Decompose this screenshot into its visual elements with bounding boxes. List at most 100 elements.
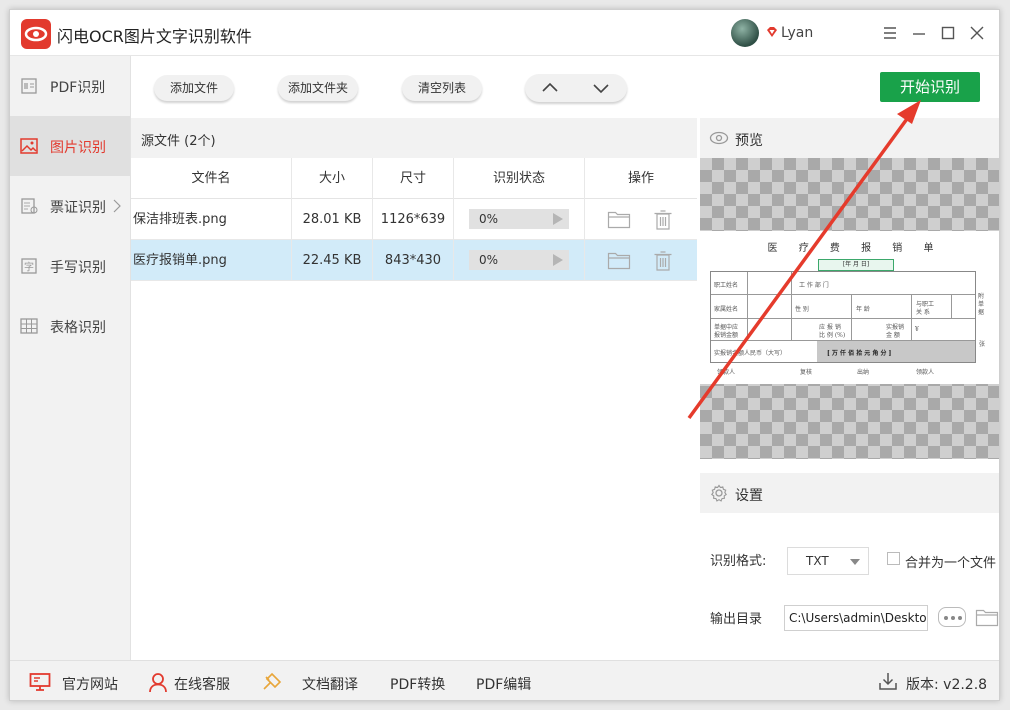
translate-icon — [263, 672, 282, 690]
folder-icon[interactable] — [607, 209, 631, 230]
format-value: TXT — [806, 554, 829, 568]
doc-text: 关 系 — [916, 309, 930, 316]
move-up-icon[interactable] — [525, 74, 576, 102]
format-select[interactable]: TXT — [787, 547, 869, 575]
file-list-panel: 源文件 (2个) 文件名 大小 尺寸 识别状态 操作 保洁排班表.png 28.… — [131, 118, 697, 660]
browse-more-button[interactable] — [938, 607, 966, 627]
doc-text: 领款人 — [717, 369, 736, 376]
column-status[interactable]: 识别状态 — [454, 158, 585, 199]
doc-date: [年 月 日] — [818, 259, 894, 271]
format-label: 识别格式: — [710, 554, 767, 569]
file-size: 22.45 KB — [292, 240, 373, 281]
website-link[interactable]: 官方网站 — [29, 661, 129, 700]
column-actions: 操作 — [627, 171, 654, 186]
pdf-convert-link[interactable]: PDF转换 — [390, 661, 460, 700]
table-row[interactable]: 保洁排班表.png 28.01 KB 1126*639 0% — [131, 199, 697, 240]
column-dimensions[interactable]: 尺寸 — [373, 158, 454, 199]
customer-service-icon — [149, 673, 167, 693]
doc-table: 职工姓名 工 作 部 门 家属姓名 性 别 年 龄 与职工 关 系 单据中应 报… — [710, 271, 976, 363]
column-size[interactable]: 大小 — [292, 158, 373, 199]
settings-title: 设置 — [735, 488, 763, 504]
website-label: 官方网站 — [62, 677, 118, 693]
ticket-icon — [21, 198, 38, 214]
image-icon — [20, 138, 38, 154]
preview-document: 医 疗 费 报 销 单 [年 月 日] 职工姓名 工 作 部 门 家属姓名 性 … — [700, 231, 999, 384]
progress-text: 0% — [479, 253, 499, 267]
source-files-header: 源文件 (2个) — [131, 118, 697, 158]
table-row[interactable]: 医疗报销单.png 22.45 KB 843*430 0% — [131, 240, 697, 281]
sidebar-item-table[interactable]: 表格识别 — [10, 296, 130, 356]
translate-label: 文档翻译 — [302, 677, 358, 693]
monitor-icon — [29, 673, 51, 691]
online-service-link[interactable]: 在线客服 — [147, 661, 247, 700]
close-icon[interactable] — [967, 23, 987, 43]
pdf-icon — [21, 78, 37, 94]
username[interactable]: Lyan — [781, 25, 813, 41]
footer: 官方网站 在线客服 文档翻译 PDF转换 PDF编辑 版本: v2.2.8 — [10, 660, 999, 700]
table-header: 文件名 大小 尺寸 识别状态 操作 — [131, 158, 697, 199]
file-dimensions: 843*430 — [373, 240, 454, 281]
file-name: 保洁排班表.png — [131, 199, 292, 240]
doc-text: 金 额 — [886, 332, 900, 339]
gear-icon — [711, 484, 727, 502]
sidebar-item-label: 表格识别 — [50, 320, 106, 336]
eye-icon — [709, 131, 729, 145]
move-buttons — [525, 74, 627, 102]
doc-heading: 医 疗 费 报 销 单 — [767, 243, 943, 254]
open-folder-icon[interactable] — [975, 607, 999, 628]
doc-text: 职工姓名 — [714, 282, 739, 289]
service-label: 在线客服 — [174, 677, 230, 693]
sidebar-item-label: 图片识别 — [50, 140, 106, 156]
trash-icon[interactable] — [651, 209, 675, 230]
preview-header: 预览 — [700, 118, 999, 158]
sidebar-item-handwriting[interactable]: 字 手写识别 — [10, 236, 130, 296]
progress-bar: 0% — [469, 250, 569, 270]
toolbar: 添加文件 添加文件夹 清空列表 开始识别 — [131, 56, 999, 118]
merge-label[interactable]: 合并为一个文件 — [905, 552, 996, 571]
doc-text: 工 作 部 门 — [799, 282, 829, 289]
chevron-down-icon — [850, 559, 860, 565]
source-files-count: 源文件 (2个) — [141, 134, 216, 149]
trash-icon[interactable] — [651, 250, 675, 271]
download-icon — [879, 673, 897, 690]
menu-icon[interactable] — [880, 23, 900, 43]
doc-text: 家属姓名 — [714, 306, 739, 313]
doc-text: ¥ — [915, 326, 919, 333]
doc-text: 实报销金额人民币（大写） — [714, 350, 787, 357]
minimize-icon[interactable] — [909, 23, 929, 43]
start-recognition-button[interactable]: 开始识别 — [880, 72, 980, 102]
version-label: 版本: v2.2.8 — [906, 677, 988, 693]
app-title: 闪电OCR图片文字识别软件 — [57, 27, 252, 46]
add-file-button[interactable]: 添加文件 — [154, 75, 234, 101]
file-dimensions: 1126*639 — [373, 199, 454, 240]
progress-bar: 0% — [469, 209, 569, 229]
add-folder-button[interactable]: 添加文件夹 — [278, 75, 358, 101]
column-filename[interactable]: 文件名 — [131, 158, 292, 199]
version-info[interactable]: 版本: v2.2.8 — [878, 661, 990, 700]
play-icon[interactable] — [553, 254, 563, 266]
doc-text: 报销金额 — [714, 332, 739, 339]
preview-image: 医 疗 费 报 销 单 [年 月 日] 职工姓名 工 作 部 门 家属姓名 性 … — [700, 158, 999, 459]
avatar[interactable] — [731, 19, 759, 47]
sidebar-item-label: 手写识别 — [50, 260, 106, 276]
sidebar: PDF识别 图片识别 票证识别 字 手写识别 表格识别 — [10, 56, 131, 660]
clear-list-button[interactable]: 清空列表 — [402, 75, 482, 101]
merge-checkbox[interactable] — [887, 552, 900, 565]
output-dir-input[interactable]: C:\Users\admin\Desktop — [784, 605, 928, 631]
maximize-icon[interactable] — [938, 23, 958, 43]
translate-link[interactable]: 文档翻译 — [261, 661, 371, 700]
sidebar-item-pdf[interactable]: PDF识别 — [10, 56, 130, 116]
doc-text: 领款人 — [916, 369, 935, 376]
play-icon[interactable] — [553, 213, 563, 225]
file-name: 医疗报销单.png — [131, 240, 292, 281]
folder-icon[interactable] — [607, 250, 631, 271]
pdf-convert-label: PDF转换 — [390, 677, 446, 693]
move-down-icon[interactable] — [576, 74, 627, 102]
title-bar: 闪电OCR图片文字识别软件 Lyan — [10, 10, 999, 56]
svg-text:字: 字 — [24, 261, 34, 274]
app-window: 闪电OCR图片文字识别软件 Lyan PDF识别 图片识别 票证识别 字 手写识… — [9, 9, 1000, 701]
sidebar-item-ticket[interactable]: 票证识别 — [10, 176, 130, 236]
pdf-edit-link[interactable]: PDF编辑 — [476, 661, 546, 700]
sidebar-item-image[interactable]: 图片识别 — [10, 116, 130, 176]
doc-text: 出纳 — [857, 369, 870, 376]
